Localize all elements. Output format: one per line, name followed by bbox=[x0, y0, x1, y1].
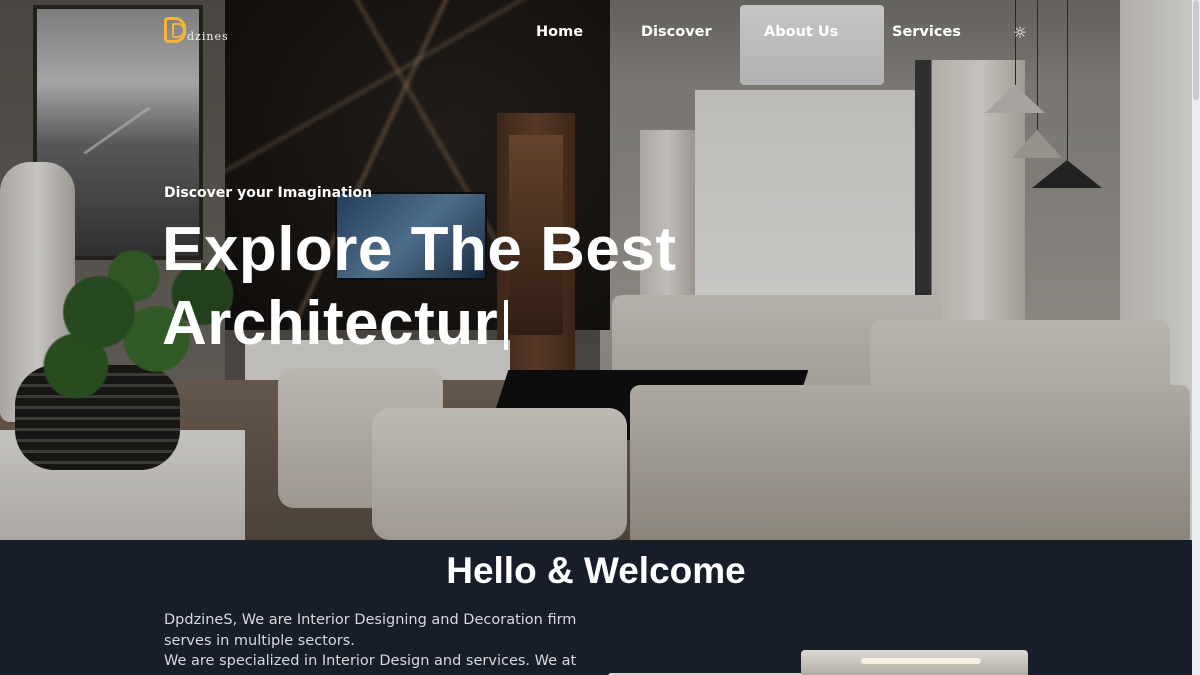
gallery-image bbox=[801, 650, 1028, 675]
welcome-description: DpdzineS, We are Interior Designing and … bbox=[164, 610, 584, 672]
welcome-title: Hello & Welcome bbox=[446, 550, 746, 591]
nav-home-link[interactable]: Home bbox=[536, 24, 583, 40]
hero-banner: dzines Home Discover About Us Services ☼… bbox=[0, 0, 1192, 540]
hero-headline-line2: Architectur bbox=[162, 289, 499, 358]
hero-headline: Explore The Best Architectur bbox=[162, 215, 676, 359]
welcome-paragraph: We are specialized in Interior Design an… bbox=[164, 653, 577, 669]
sun-icon[interactable]: ☼ bbox=[1011, 24, 1029, 42]
hero-tagline: Discover your Imagination bbox=[164, 185, 373, 201]
nav-services-link[interactable]: Services bbox=[892, 24, 961, 40]
nav-discover-link[interactable]: Discover bbox=[641, 24, 712, 40]
scrollbar-thumb[interactable] bbox=[1193, 0, 1199, 100]
hero-headline-line1: Explore The Best bbox=[162, 215, 677, 284]
nav-about-us-link[interactable]: About Us bbox=[764, 24, 838, 40]
welcome-section: Hello & Welcome DpdzineS, We are Interio… bbox=[0, 540, 1192, 675]
typing-cursor bbox=[504, 300, 509, 350]
page-scrollbar[interactable] bbox=[1192, 0, 1200, 675]
welcome-paragraph: DpdzineS, We are Interior Designing and … bbox=[164, 612, 577, 649]
